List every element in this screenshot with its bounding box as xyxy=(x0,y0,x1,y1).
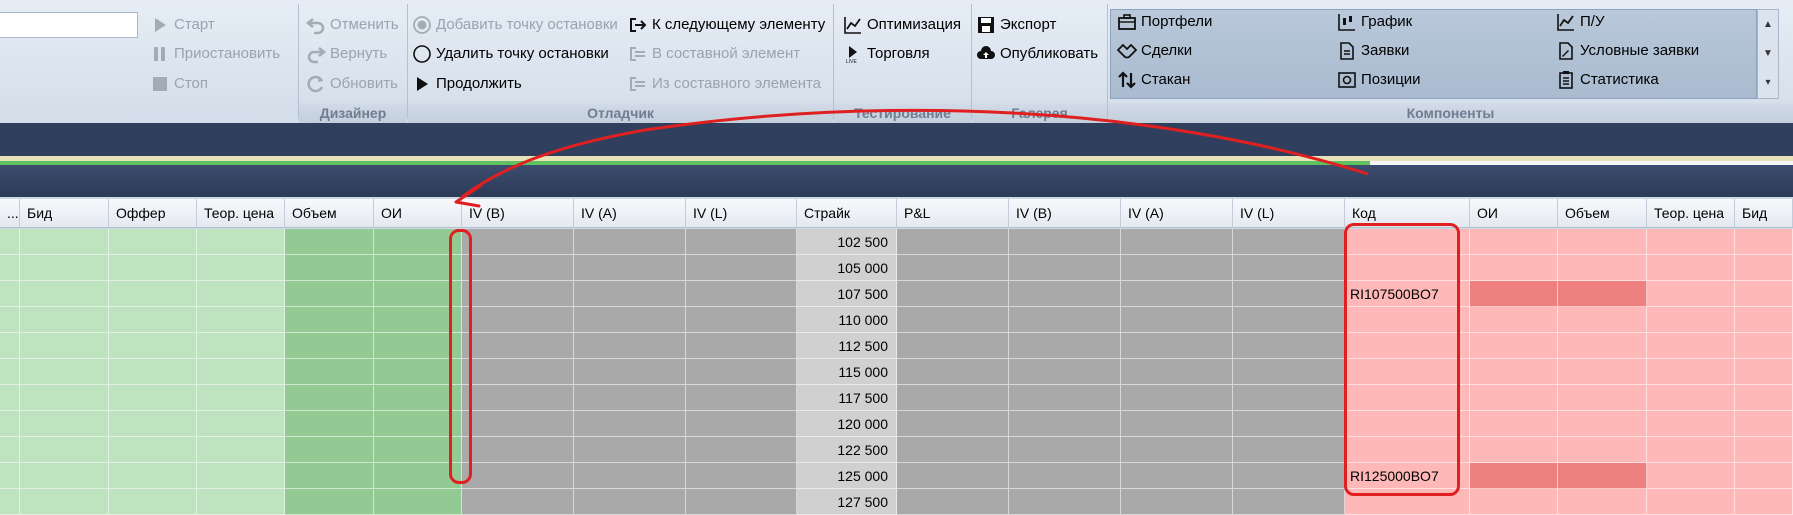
annotation-arrow xyxy=(454,108,1369,208)
